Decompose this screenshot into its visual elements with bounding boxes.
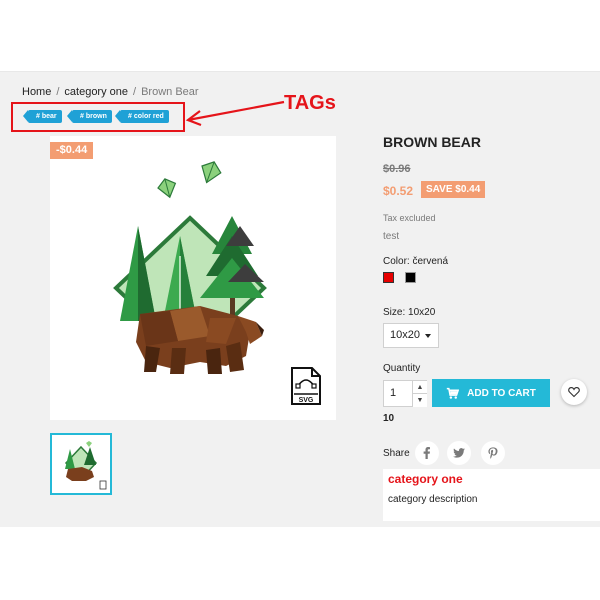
twitter-icon [453, 448, 465, 458]
save-badge: SAVE $0.44 [421, 181, 486, 198]
facebook-share-button[interactable] [415, 441, 439, 465]
category-title[interactable]: category one [388, 472, 463, 486]
color-swatch-red[interactable] [383, 272, 394, 283]
breadcrumb: Home / category one / Brown Bear [22, 86, 199, 98]
twitter-share-button[interactable] [447, 441, 471, 465]
pinterest-share-button[interactable] [481, 441, 505, 465]
product-short-description: test [383, 231, 400, 242]
breadcrumb-home[interactable]: Home [22, 86, 51, 98]
product-title: BROWN BEAR [383, 134, 481, 150]
header [0, 0, 600, 72]
product-thumbnail[interactable] [50, 433, 112, 495]
tag-brown[interactable]: # brown [67, 110, 112, 123]
breadcrumb-category[interactable]: category one [64, 86, 128, 98]
add-to-cart-label: ADD TO CART [467, 387, 536, 399]
annotation-label: TAGs [284, 92, 336, 114]
stock-quantity: 10 [383, 413, 395, 424]
size-select-value: 10x20 [390, 329, 420, 341]
svg-file-icon: SVG [291, 367, 321, 405]
tag-label: brown [85, 113, 107, 120]
breadcrumb-separator: / [133, 86, 137, 98]
quantity-label: Quantity [383, 363, 421, 374]
discount-badge: -$0.44 [50, 142, 94, 159]
heart-icon [568, 386, 580, 398]
tag-color-red[interactable]: # color red [115, 110, 169, 123]
cart-icon [446, 387, 460, 399]
add-to-cart-button[interactable]: ADD TO CART [432, 379, 550, 407]
color-swatch-black[interactable] [405, 272, 416, 283]
svg-file-label: SVG [299, 397, 314, 404]
quantity-increase-icon[interactable]: ▲ [412, 381, 427, 394]
current-price: $0.52 [383, 184, 414, 198]
product-page: Home / category one / Brown Bear # bear … [0, 0, 600, 600]
breadcrumb-separator: / [56, 86, 60, 98]
tax-note: Tax excluded [383, 213, 436, 223]
size-select[interactable]: 10x20 [383, 323, 439, 348]
regular-price: $0.96 [383, 163, 411, 175]
facebook-icon [423, 447, 430, 459]
wishlist-button[interactable] [561, 379, 587, 405]
color-label: Color: červená [383, 256, 449, 267]
thumbnail-image-icon [64, 441, 107, 490]
caret-down-icon [425, 334, 431, 338]
quantity-decrease-icon[interactable]: ▼ [412, 394, 427, 407]
annotation-arrow-icon [185, 100, 285, 127]
tag-label: color red [133, 113, 164, 120]
category-description: category description [388, 494, 478, 505]
size-label: Size: 10x20 [383, 307, 436, 318]
tag-label: bear [41, 113, 57, 120]
tag-bear[interactable]: # bear [23, 110, 62, 123]
share-label: Share [383, 448, 410, 459]
pinterest-icon [488, 447, 498, 459]
footer-area [0, 527, 600, 600]
